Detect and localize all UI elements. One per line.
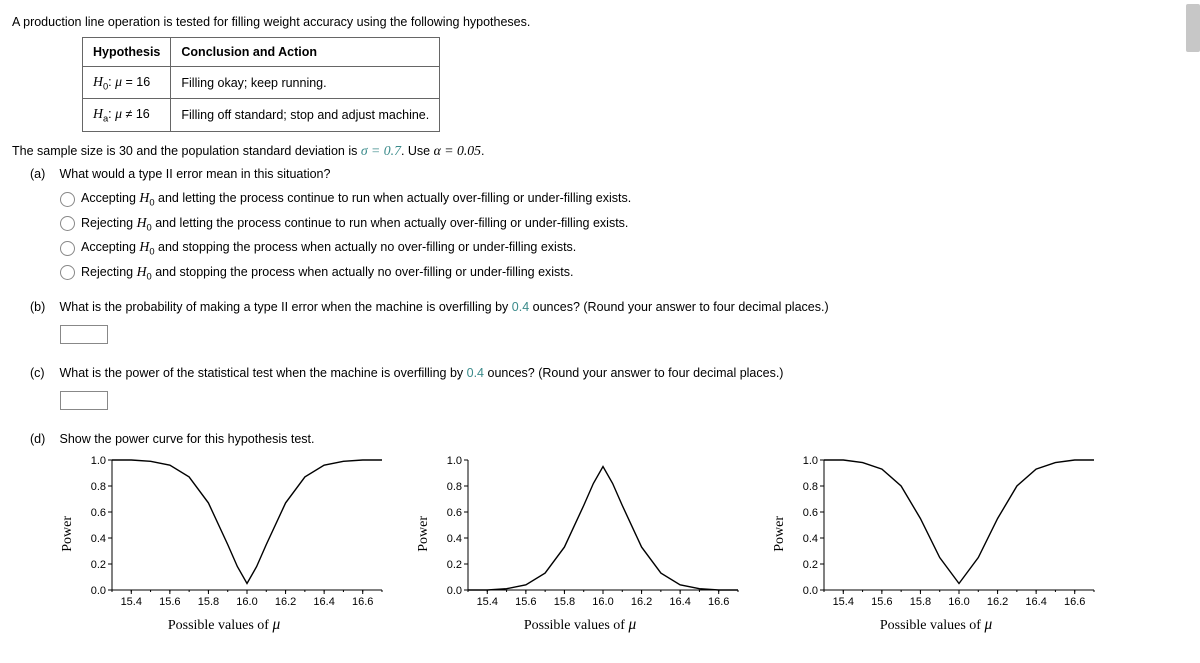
chart-ylabel: Power xyxy=(772,516,788,552)
chart-option-2[interactable]: Power 1.0 0.8 0.6 0.4 0.2 0.0 15.4 15.6 15.8 16.0… xyxy=(416,454,744,634)
svg-text:16.2: 16.2 xyxy=(275,596,296,608)
option-3[interactable]: Accepting H0 and stopping the process wh… xyxy=(60,239,1188,257)
svg-text:0.8: 0.8 xyxy=(91,481,106,493)
option-2-text: Rejecting H0 and letting the process con… xyxy=(81,215,628,233)
part-d: (d) Show the power curve for this hypoth… xyxy=(30,431,1188,448)
chart-ylabel: Power xyxy=(416,516,432,552)
radio-icon[interactable] xyxy=(60,241,75,256)
scrollbar-thumb[interactable] xyxy=(1186,4,1200,52)
power-curve-3: 1.0 0.8 0.6 0.4 0.2 0.0 15.4 15.6 15.8 16.0 16.2 16… xyxy=(790,454,1100,614)
sigma-value: σ = 0.7 xyxy=(361,143,401,158)
option-4-text: Rejecting H0 and stopping the process wh… xyxy=(81,264,574,282)
chart-option-1[interactable]: Power 1.0 0.8 0.6 0.4 0.2 0.0 15.4 15.6 15.8 16.0… xyxy=(60,454,388,634)
svg-text:16.4: 16.4 xyxy=(1025,596,1046,608)
svg-text:16.2: 16.2 xyxy=(987,596,1008,608)
part-c-label: (c) xyxy=(30,365,56,382)
svg-text:0.2: 0.2 xyxy=(803,559,818,571)
chart-option-3[interactable]: Power 1.0 0.8 0.6 0.4 0.2 0.0 15.4 15.6 15.8 16.0… xyxy=(772,454,1100,634)
overfill-value-b: 0.4 xyxy=(512,300,529,314)
svg-text:0.8: 0.8 xyxy=(803,481,818,493)
given-text: The sample size is 30 and the population… xyxy=(12,142,1188,161)
overfill-value-c: 0.4 xyxy=(467,366,484,380)
radio-icon[interactable] xyxy=(60,216,75,231)
svg-text:16.4: 16.4 xyxy=(313,596,334,608)
power-curve-2: 1.0 0.8 0.6 0.4 0.2 0.0 15.4 15.6 15.8 16.0 16.2 16… xyxy=(434,454,744,614)
chart-xlabel: Possible values of μ xyxy=(168,616,280,634)
svg-text:15.4: 15.4 xyxy=(477,596,498,608)
svg-text:16.6: 16.6 xyxy=(1064,596,1085,608)
svg-text:15.8: 15.8 xyxy=(910,596,931,608)
option-1-text: Accepting H0 and letting the process con… xyxy=(81,190,631,208)
option-4[interactable]: Rejecting H0 and stopping the process wh… xyxy=(60,264,1188,282)
part-d-label: (d) xyxy=(30,431,56,448)
svg-text:15.6: 15.6 xyxy=(871,596,892,608)
svg-text:15.6: 15.6 xyxy=(159,596,180,608)
part-a-options: Accepting H0 and letting the process con… xyxy=(60,190,1188,281)
chart-xlabel: Possible values of μ xyxy=(880,616,992,634)
table-ha-conclusion: Filling off standard; stop and adjust ma… xyxy=(171,99,440,132)
svg-text:1.0: 1.0 xyxy=(91,455,106,467)
svg-text:0.4: 0.4 xyxy=(447,533,462,545)
part-c: (c) What is the power of the statistical… xyxy=(30,365,1188,382)
svg-text:15.8: 15.8 xyxy=(554,596,575,608)
radio-icon[interactable] xyxy=(60,192,75,207)
svg-text:15.8: 15.8 xyxy=(198,596,219,608)
svg-text:16.2: 16.2 xyxy=(631,596,652,608)
chart-ylabel: Power xyxy=(60,516,76,552)
hypothesis-table: Hypothesis Conclusion and Action H0: μ =… xyxy=(82,37,440,132)
table-h0-conclusion: Filling okay; keep running. xyxy=(171,66,440,99)
option-2[interactable]: Rejecting H0 and letting the process con… xyxy=(60,215,1188,233)
part-b: (b) What is the probability of making a … xyxy=(30,299,1188,316)
alpha-value: α = 0.05 xyxy=(434,143,481,158)
charts-row: Power 1.0 0.8 0.6 0.4 0.2 0.0 15.4 15.6 15.8 16.0… xyxy=(60,454,1188,634)
svg-text:15.4: 15.4 xyxy=(121,596,142,608)
svg-text:0.8: 0.8 xyxy=(447,481,462,493)
radio-icon[interactable] xyxy=(60,265,75,280)
svg-text:16.6: 16.6 xyxy=(708,596,729,608)
table-head-conclusion: Conclusion and Action xyxy=(171,37,440,66)
svg-text:0.0: 0.0 xyxy=(447,585,462,597)
svg-text:0.0: 0.0 xyxy=(803,585,818,597)
part-a: (a) What would a type II error mean in t… xyxy=(30,166,1188,183)
svg-text:1.0: 1.0 xyxy=(803,455,818,467)
svg-text:0.6: 0.6 xyxy=(447,507,462,519)
option-3-text: Accepting H0 and stopping the process wh… xyxy=(81,239,576,257)
svg-text:1.0: 1.0 xyxy=(447,455,462,467)
table-ha: Ha: μ ≠ 16 xyxy=(83,99,171,132)
svg-text:15.4: 15.4 xyxy=(833,596,854,608)
part-a-question: What would a type II error mean in this … xyxy=(59,167,330,181)
svg-text:15.6: 15.6 xyxy=(515,596,536,608)
svg-text:0.2: 0.2 xyxy=(447,559,462,571)
svg-text:0.4: 0.4 xyxy=(91,533,106,545)
svg-text:16.4: 16.4 xyxy=(669,596,690,608)
svg-text:16.0: 16.0 xyxy=(592,596,613,608)
svg-text:0.2: 0.2 xyxy=(91,559,106,571)
svg-text:16.6: 16.6 xyxy=(352,596,373,608)
part-b-label: (b) xyxy=(30,299,56,316)
part-d-question: Show the power curve for this hypothesis… xyxy=(59,432,314,446)
svg-text:16.0: 16.0 xyxy=(236,596,257,608)
option-1[interactable]: Accepting H0 and letting the process con… xyxy=(60,190,1188,208)
power-curve-1: 1.0 0.8 0.6 0.4 0.2 0.0 15.4 15.6 15.8 16.0 16.2 16… xyxy=(78,454,388,614)
part-a-label: (a) xyxy=(30,166,56,183)
svg-text:0.4: 0.4 xyxy=(803,533,818,545)
svg-text:0.6: 0.6 xyxy=(803,507,818,519)
table-head-hypothesis: Hypothesis xyxy=(83,37,171,66)
svg-text:0.0: 0.0 xyxy=(91,585,106,597)
table-h0: H0: μ = 16 xyxy=(83,66,171,99)
chart-xlabel: Possible values of μ xyxy=(524,616,636,634)
intro-text: A production line operation is tested fo… xyxy=(12,14,1188,31)
answer-input-b[interactable] xyxy=(60,325,108,344)
svg-text:16.0: 16.0 xyxy=(948,596,969,608)
svg-text:0.6: 0.6 xyxy=(91,507,106,519)
answer-input-c[interactable] xyxy=(60,391,108,410)
